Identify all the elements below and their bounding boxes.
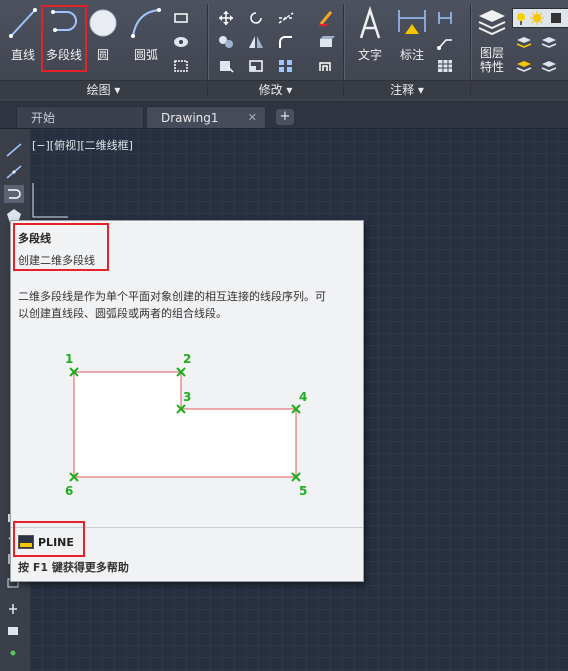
layer-state-icons [517, 11, 561, 25]
tab-start-label: 开始 [31, 111, 56, 125]
close-tab-icon[interactable]: ✕ [248, 107, 257, 129]
table-icon[interactable] [436, 58, 454, 74]
file-tab-bar: 开始 Drawing1 ✕ + [0, 102, 568, 129]
arc-button[interactable]: 圆弧 [128, 4, 164, 74]
line-icon [9, 8, 37, 38]
dimension-button[interactable]: 标注 [392, 4, 432, 74]
circle-button[interactable]: 圆 [88, 4, 118, 74]
explode-icon[interactable] [317, 34, 335, 50]
arc-label: 圆弧 [133, 48, 158, 62]
vertex-label-2: 2 [183, 352, 191, 366]
move-icon[interactable] [217, 10, 235, 26]
tab-drawing1[interactable]: Drawing1 ✕ [146, 106, 266, 128]
tooltip-description-line2: 以创建直线段、圆弧段或两者的组合线段。 [18, 307, 227, 320]
new-tab-button[interactable]: + [276, 109, 294, 125]
viewport-controls[interactable]: [−][俯视][二维线框] [32, 137, 133, 153]
vertex-label-4: 4 [299, 390, 307, 404]
line-button[interactable]: 直线 [4, 4, 42, 74]
dimension-label: 标注 [399, 48, 424, 62]
ucs-icon [32, 183, 68, 218]
line-label: 直线 [10, 48, 35, 62]
tab-drawing1-label: Drawing1 [161, 111, 219, 125]
layer-freeze-icon[interactable] [540, 58, 558, 74]
stretch-icon[interactable] [217, 58, 235, 74]
rotate-icon[interactable] [247, 10, 265, 26]
rectangle-icon[interactable] [172, 10, 190, 26]
tab-start[interactable]: 开始 [16, 106, 144, 128]
polyline-tooltip: 多段线 创建二维多段线 二维多段线是作为单个平面对象创建的相互连接的线段序列。可… [10, 220, 364, 582]
layer-dropdown[interactable] [512, 8, 568, 28]
annotate-panel-title[interactable]: 注释 ▾ [344, 80, 470, 99]
text-icon [359, 6, 381, 39]
dimension-icon [398, 10, 426, 34]
ribbon: 直线 多段线 圆 圆弧 文字 标注 图层特性 绘图 ▾ 修改 ▾ 注释 ▾ [0, 0, 568, 102]
polyline-tool-icon[interactable] [4, 185, 24, 203]
array-icon[interactable] [277, 58, 295, 74]
tooltip-help-text: 按 F1 键获得更多帮助 [18, 561, 129, 574]
leader-icon[interactable] [436, 34, 454, 50]
vertex-label-5: 5 [299, 484, 307, 498]
gradient-icon[interactable] [172, 58, 190, 74]
construction-line-tool-icon[interactable] [4, 163, 24, 181]
modify-panel-title[interactable]: 修改 ▾ [208, 80, 343, 99]
line-tool-icon[interactable] [4, 141, 24, 159]
layer-match-icon[interactable] [515, 34, 533, 50]
copy-icon[interactable] [217, 34, 235, 50]
trim-icon[interactable] [277, 10, 295, 26]
layer-isolate-icon[interactable] [515, 58, 533, 74]
hatch-icon[interactable] [172, 34, 190, 50]
draw-panel-title[interactable]: 绘图 ▾ [0, 80, 207, 99]
scale-icon[interactable] [247, 58, 265, 74]
linear-dim-icon[interactable] [436, 10, 454, 26]
vertex-label-6: 6 [65, 484, 73, 498]
fillet-icon[interactable] [277, 34, 295, 50]
circle-icon [89, 9, 117, 37]
erase-icon[interactable] [317, 10, 335, 26]
layers-panel-title[interactable] [471, 80, 568, 99]
tooltip-description-line1: 二维多段线是作为单个平面对象创建的相互连接的线段序列。可 [18, 290, 326, 303]
offset-icon[interactable] [317, 58, 335, 74]
polyline-highlight-box [41, 5, 87, 72]
vertex-label-3: 3 [183, 390, 191, 404]
vertex-label-1: 1 [65, 352, 73, 366]
layer-properties-label: 图层特性 [479, 46, 504, 74]
layer-properties-button[interactable]: 图层特性 [474, 4, 510, 74]
mirror-icon[interactable] [247, 34, 265, 50]
circle-label: 圆 [96, 48, 109, 62]
layer-previous-icon[interactable] [540, 34, 558, 50]
text-label: 文字 [357, 48, 382, 62]
text-button[interactable]: 文字 [352, 4, 388, 74]
arc-icon [131, 8, 161, 38]
layer-properties-icon [478, 10, 506, 36]
tooltip-title-highlight-box [13, 223, 109, 271]
polyline-example-diagram: 1 2 3 4 5 6 [65, 352, 307, 498]
command-highlight-box [13, 521, 85, 557]
